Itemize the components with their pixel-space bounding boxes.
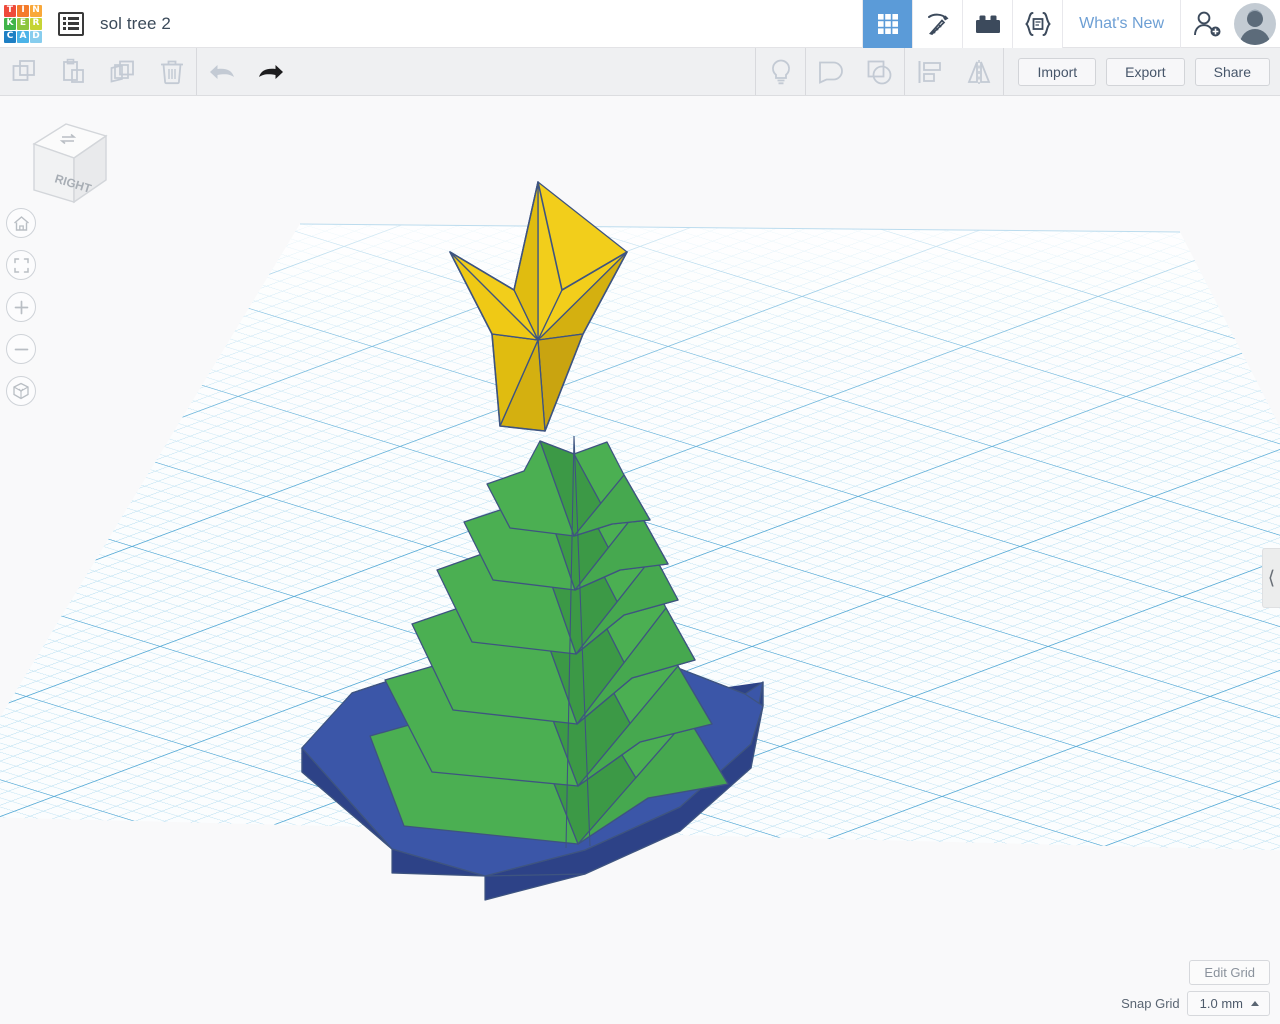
- view-cube-icon: RIGHT: [32, 123, 108, 204]
- copy-icon: [12, 59, 35, 81]
- snap-grid-row: Snap Grid 1.0 mm: [1121, 991, 1270, 1016]
- paste-icon: [62, 58, 84, 83]
- minus-icon: [14, 348, 28, 350]
- zoom-out-button[interactable]: [6, 334, 36, 364]
- logo-tile-e: E: [17, 17, 29, 30]
- tab-codeblocks[interactable]: [1012, 0, 1063, 48]
- undo-arrow-icon: [209, 64, 234, 79]
- logo-tile-c: C: [4, 30, 16, 43]
- duplicate-icon: [110, 60, 134, 83]
- logo-tile-a: A: [17, 30, 29, 43]
- delete-button[interactable]: [147, 48, 196, 95]
- align-button[interactable]: [905, 48, 954, 95]
- lightbulb-icon: [772, 59, 790, 84]
- ortho-perspective-toggle[interactable]: [6, 376, 36, 406]
- snap-grid-dropdown[interactable]: 1.0 mm: [1186, 991, 1270, 1016]
- add-user-icon: [1193, 11, 1220, 36]
- fit-frame-icon: [13, 257, 29, 273]
- chevron-left-icon: ⟨: [1267, 567, 1276, 589]
- list-icon[interactable]: [58, 11, 84, 36]
- group-button[interactable]: [806, 48, 855, 95]
- whats-new-link[interactable]: What's New: [1062, 0, 1180, 48]
- tinkercad-app: T I N K E R C A D sol tree 2 What's New …: [0, 0, 1280, 1024]
- tab-grid-view[interactable]: [862, 0, 913, 48]
- logo-tile-d: D: [30, 30, 42, 43]
- mirror-button[interactable]: [954, 48, 1003, 95]
- app-header: T I N K E R C A D sol tree 2 What's New: [0, 0, 1280, 48]
- group-icon: [819, 61, 843, 84]
- grid-icon: [877, 13, 898, 34]
- panel-collapse-handle[interactable]: ⟨: [1262, 548, 1280, 608]
- cube-box-icon: [13, 382, 29, 400]
- home-icon: [13, 215, 29, 231]
- logo-tile-t: T: [4, 4, 16, 17]
- tinkercad-logo[interactable]: T I N K E R C A D: [2, 3, 44, 45]
- add-user-button[interactable]: [1180, 0, 1232, 48]
- logo-tile-n: N: [30, 4, 42, 17]
- copy-button[interactable]: [0, 48, 49, 95]
- mirror-icon: [967, 59, 991, 84]
- export-button[interactable]: Export: [1106, 57, 1185, 86]
- redo-arrow-icon: [258, 64, 283, 79]
- import-button[interactable]: Import: [1018, 57, 1097, 86]
- snap-grid-value: 1.0 mm: [1199, 996, 1243, 1011]
- toolbar-separator-5: [1003, 48, 1005, 95]
- 3d-viewport[interactable]: RIGHT ⟨ Edit Grid Snap Grid 1.0 mm: [0, 96, 1280, 1024]
- fit-to-view-button[interactable]: [6, 250, 36, 280]
- snap-grid-label: Snap Grid: [1121, 996, 1180, 1011]
- hide-button[interactable]: [756, 48, 805, 95]
- avatar[interactable]: [1234, 2, 1276, 45]
- ungroup-button[interactable]: [855, 48, 904, 95]
- zoom-in-button[interactable]: [6, 292, 36, 322]
- edit-toolbar: Import Export Share: [0, 48, 1280, 96]
- align-icon: [918, 60, 941, 83]
- ungroup-icon: [867, 60, 892, 84]
- grid-controls: Edit Grid Snap Grid 1.0 mm: [1121, 960, 1270, 1016]
- code-brackets-icon: [1024, 11, 1051, 36]
- logo-tile-k: K: [4, 17, 16, 30]
- tab-bricks[interactable]: [962, 0, 1013, 48]
- logo-tile-r: R: [30, 17, 42, 30]
- logo-tile-i: I: [17, 4, 29, 17]
- lego-brick-icon: [975, 15, 1000, 33]
- trash-icon: [160, 60, 183, 84]
- undo-button[interactable]: [197, 48, 246, 95]
- paste-button[interactable]: [49, 48, 98, 95]
- plus-icon: [14, 300, 28, 314]
- pickaxe-icon: [927, 13, 949, 35]
- duplicate-button[interactable]: [98, 48, 147, 95]
- redo-button[interactable]: [246, 48, 295, 95]
- home-view-button[interactable]: [6, 208, 36, 238]
- page-title[interactable]: sol tree 2: [100, 14, 171, 34]
- view-cube[interactable]: RIGHT: [26, 114, 112, 210]
- caret-up-icon: [1251, 1001, 1259, 1006]
- share-button[interactable]: Share: [1194, 57, 1270, 86]
- workplane: [0, 181, 1280, 901]
- edit-grid-button[interactable]: Edit Grid: [1189, 960, 1270, 985]
- tab-tinker-tools[interactable]: [912, 0, 963, 48]
